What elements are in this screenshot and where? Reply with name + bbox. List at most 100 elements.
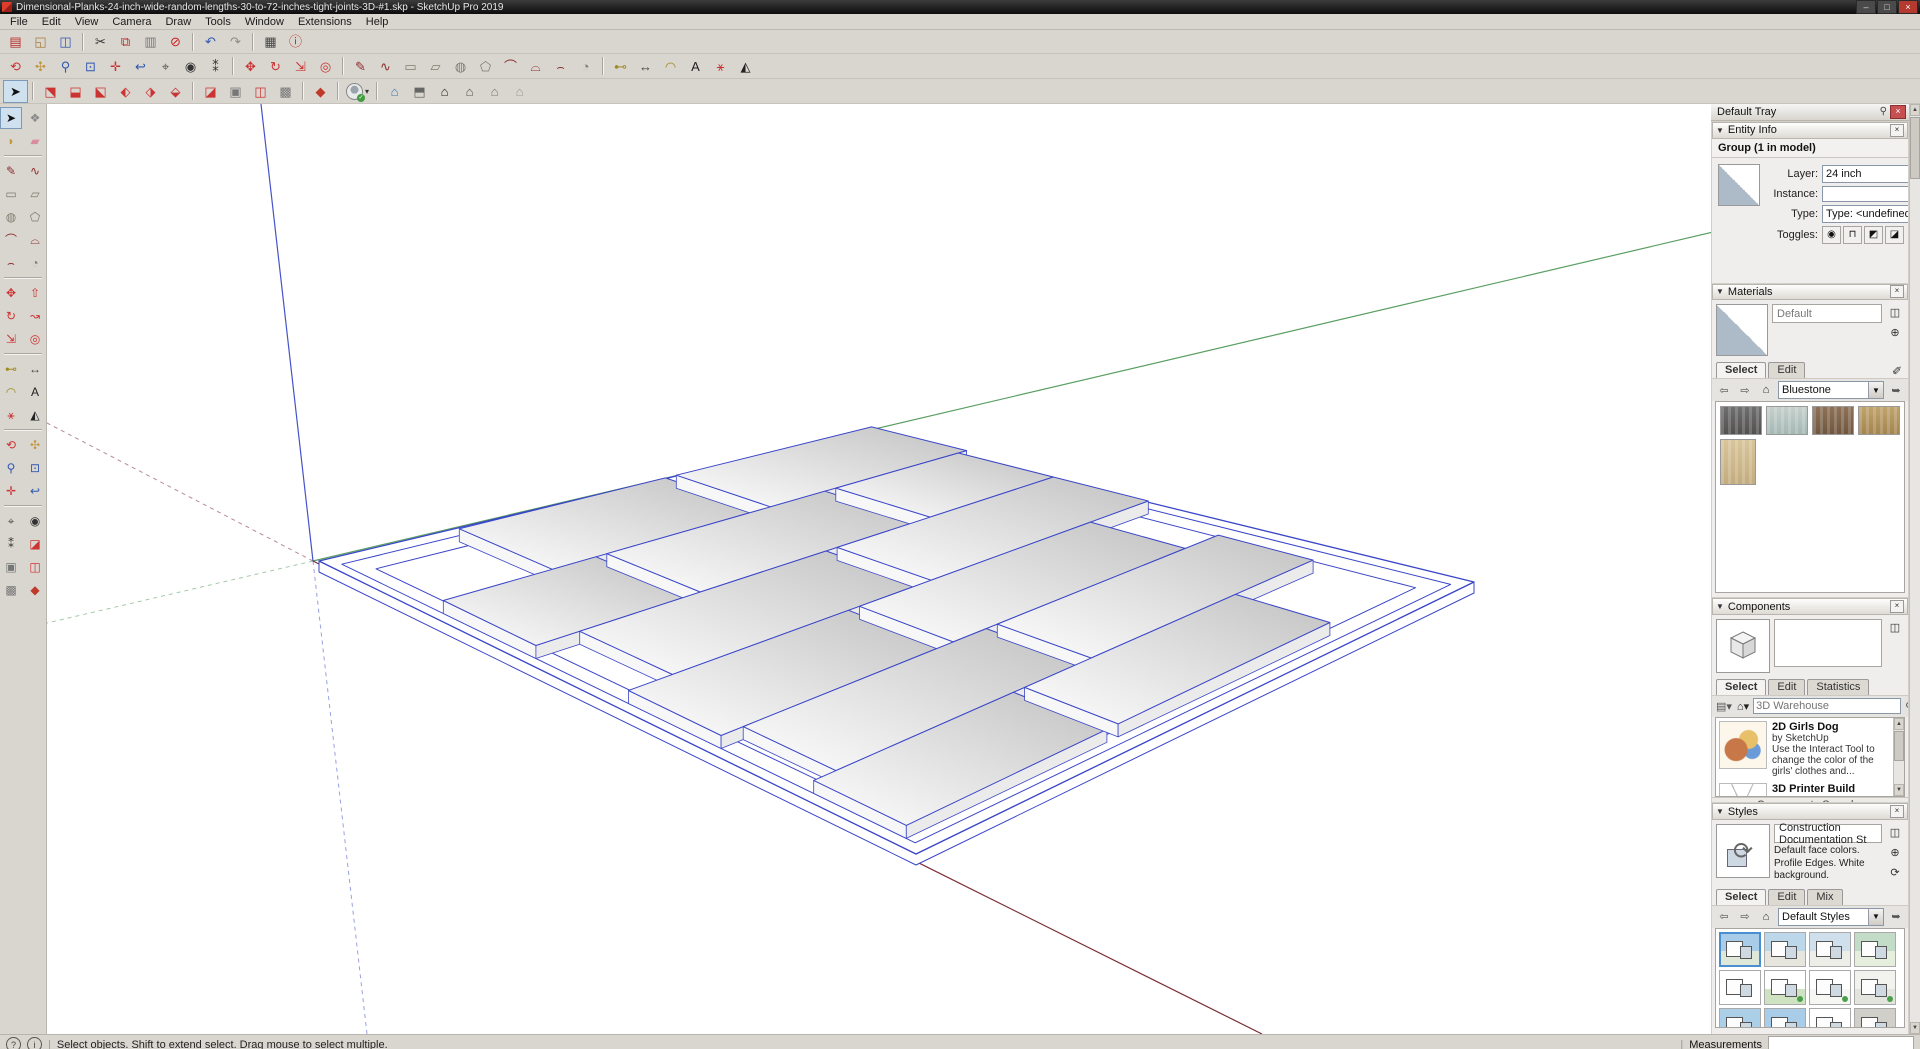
tab-statistics[interactable]: Statistics xyxy=(1807,679,1869,695)
display-section-cuts-tool[interactable]: ◫ xyxy=(24,556,46,578)
rotated-rectangle-tool[interactable]: ▱ xyxy=(24,183,46,205)
home-icon[interactable]: ⌂ xyxy=(1757,382,1775,399)
move-tool[interactable]: ✥ xyxy=(238,55,263,78)
previous-tool[interactable]: ↩ xyxy=(128,55,153,78)
position-camera-tool[interactable]: ⌖ xyxy=(153,55,178,78)
home-icon[interactable]: ⌂ xyxy=(1757,908,1775,925)
save-tool[interactable]: ◫ xyxy=(53,30,78,53)
view-back-tool[interactable]: ⌂ xyxy=(482,80,507,103)
section-plane-tool[interactable]: ◪ xyxy=(198,80,223,103)
component-list-item[interactable]: 3D Printer Build Volumeby SketchUp xyxy=(1716,780,1893,796)
back-icon[interactable]: ⇦ xyxy=(1715,908,1733,925)
style-thumbnail[interactable] xyxy=(1809,970,1851,1005)
move-tool[interactable]: ✥ xyxy=(0,282,22,304)
tape-measure-tool[interactable]: ⊷ xyxy=(0,358,22,380)
undo-tool[interactable]: ↶ xyxy=(198,30,223,53)
eyedropper-icon[interactable]: ✐ xyxy=(1886,364,1908,378)
line-tool[interactable]: ✎ xyxy=(348,55,373,78)
view-iso-tool[interactable]: ⌂ xyxy=(382,80,407,103)
style-name-field[interactable]: Construction Documentation St xyxy=(1774,824,1882,843)
section-plane-tool[interactable]: ◪ xyxy=(24,533,46,555)
type-dropdown[interactable]: Type: <undefined> ▼ xyxy=(1822,205,1908,223)
menu-extensions[interactable]: Extensions xyxy=(291,14,359,29)
component-name-field[interactable] xyxy=(1774,619,1882,667)
zoom-window-tool[interactable]: ⊡ xyxy=(24,457,46,479)
minimize-button[interactable]: – xyxy=(1856,0,1876,14)
tray-scrollbar[interactable]: ▲ ▼ xyxy=(1909,104,1920,1034)
model-canvas[interactable] xyxy=(47,104,1711,1034)
components-header[interactable]: ▼ Components × xyxy=(1712,598,1908,615)
redo-tool[interactable]: ↷ xyxy=(223,30,248,53)
orbit-tool[interactable]: ⟲ xyxy=(3,55,28,78)
tab-edit[interactable]: Edit xyxy=(1768,679,1805,695)
rotate-tool[interactable]: ↻ xyxy=(263,55,288,78)
arc-tool[interactable]: ⌒ xyxy=(0,229,22,251)
locked-toggle[interactable]: ⊓ xyxy=(1843,226,1862,244)
forward-icon[interactable]: ⇨ xyxy=(1736,908,1754,925)
menu-edit[interactable]: Edit xyxy=(35,14,68,29)
next-collection-icon[interactable]: ⇨ xyxy=(1895,799,1904,802)
display-secondary-pane-icon[interactable]: ◫ xyxy=(1886,619,1904,636)
display-secondary-pane-icon[interactable]: ◫ xyxy=(1886,304,1904,321)
menu-camera[interactable]: Camera xyxy=(105,14,158,29)
tab-edit[interactable]: Edit xyxy=(1768,889,1805,905)
details-arrow-icon[interactable]: ➥ xyxy=(1887,908,1905,925)
orbit-tool[interactable]: ⟲ xyxy=(0,434,22,456)
display-section-fill-tool[interactable]: ▩ xyxy=(273,80,298,103)
pin-icon[interactable]: ⚲ xyxy=(1880,106,1887,117)
union-tool[interactable]: ⬕ xyxy=(88,80,113,103)
material-swatch[interactable] xyxy=(1766,406,1808,435)
select-tool[interactable]: ➤ xyxy=(3,80,28,103)
look-around-tool[interactable]: ◉ xyxy=(24,510,46,532)
make-component-tool[interactable]: ❖ xyxy=(24,107,46,129)
account-button[interactable]: ✓▾ xyxy=(343,83,372,100)
freehand-tool[interactable]: ∿ xyxy=(24,160,46,182)
scroll-thumb[interactable] xyxy=(1894,731,1904,761)
scroll-down-icon[interactable]: ▼ xyxy=(1894,784,1904,796)
style-thumbnail[interactable] xyxy=(1764,970,1806,1005)
menu-file[interactable]: File xyxy=(3,14,35,29)
follow-me-tool[interactable]: ↝ xyxy=(24,305,46,327)
receive-shadows-toggle[interactable]: ◩ xyxy=(1864,226,1883,244)
scale-tool[interactable]: ⇲ xyxy=(0,328,22,350)
two-point-arc-tool[interactable]: ⌓ xyxy=(523,55,548,78)
style-thumbnail[interactable] xyxy=(1854,970,1896,1005)
tab-select[interactable]: Select xyxy=(1716,889,1766,905)
pie-tool[interactable]: ◔ xyxy=(573,55,598,78)
details-arrow-icon[interactable]: ➥ xyxy=(1887,382,1905,399)
instance-input[interactable] xyxy=(1822,186,1908,202)
protractor-tool[interactable]: ◠ xyxy=(0,381,22,403)
style-thumbnail[interactable] xyxy=(1764,932,1806,967)
offset-tool[interactable]: ◎ xyxy=(24,328,46,350)
create-style-icon[interactable]: ⊕ xyxy=(1886,844,1904,861)
tape-measure-tool[interactable]: ⊷ xyxy=(608,55,633,78)
rectangle-tool[interactable]: ▭ xyxy=(398,55,423,78)
select-tool[interactable]: ➤ xyxy=(0,107,22,129)
view-left-tool[interactable]: ⌂ xyxy=(507,80,532,103)
new-tool[interactable]: ▤ xyxy=(3,30,28,53)
cast-shadows-toggle[interactable]: ◪ xyxy=(1885,226,1904,244)
freehand-tool[interactable]: ∿ xyxy=(373,55,398,78)
view-top-tool[interactable]: ⬒ xyxy=(407,80,432,103)
position-camera-tool[interactable]: ⌖ xyxy=(0,510,22,532)
two-point-arc-tool[interactable]: ⌓ xyxy=(24,229,46,251)
polygon-tool[interactable]: ⬠ xyxy=(473,55,498,78)
tab-edit[interactable]: Edit xyxy=(1768,362,1805,378)
materials-collection-dropdown[interactable]: Bluestone ▼ xyxy=(1778,381,1884,399)
back-icon[interactable]: ⇦ xyxy=(1715,382,1733,399)
model-info-tool[interactable]: ⓘ xyxy=(283,30,308,53)
copy-tool[interactable]: ⧉ xyxy=(113,30,138,53)
tab-mix[interactable]: Mix xyxy=(1807,889,1842,905)
circle-tool[interactable]: ◍ xyxy=(448,55,473,78)
tab-select[interactable]: Select xyxy=(1716,679,1766,695)
menu-draw[interactable]: Draw xyxy=(158,14,198,29)
3d-text-tool[interactable]: ◭ xyxy=(24,404,46,426)
entity-info-close-button[interactable]: × xyxy=(1890,124,1904,137)
material-swatch[interactable] xyxy=(1720,406,1762,435)
zoom-tool[interactable]: ⚲ xyxy=(53,55,78,78)
menu-window[interactable]: Window xyxy=(238,14,291,29)
prev-collection-icon[interactable]: ⇦ xyxy=(1716,799,1725,802)
measurements-input[interactable] xyxy=(1768,1036,1914,1049)
polygon-tool[interactable]: ⬠ xyxy=(24,206,46,228)
update-style-icon[interactable]: ⟳ xyxy=(1886,864,1904,881)
